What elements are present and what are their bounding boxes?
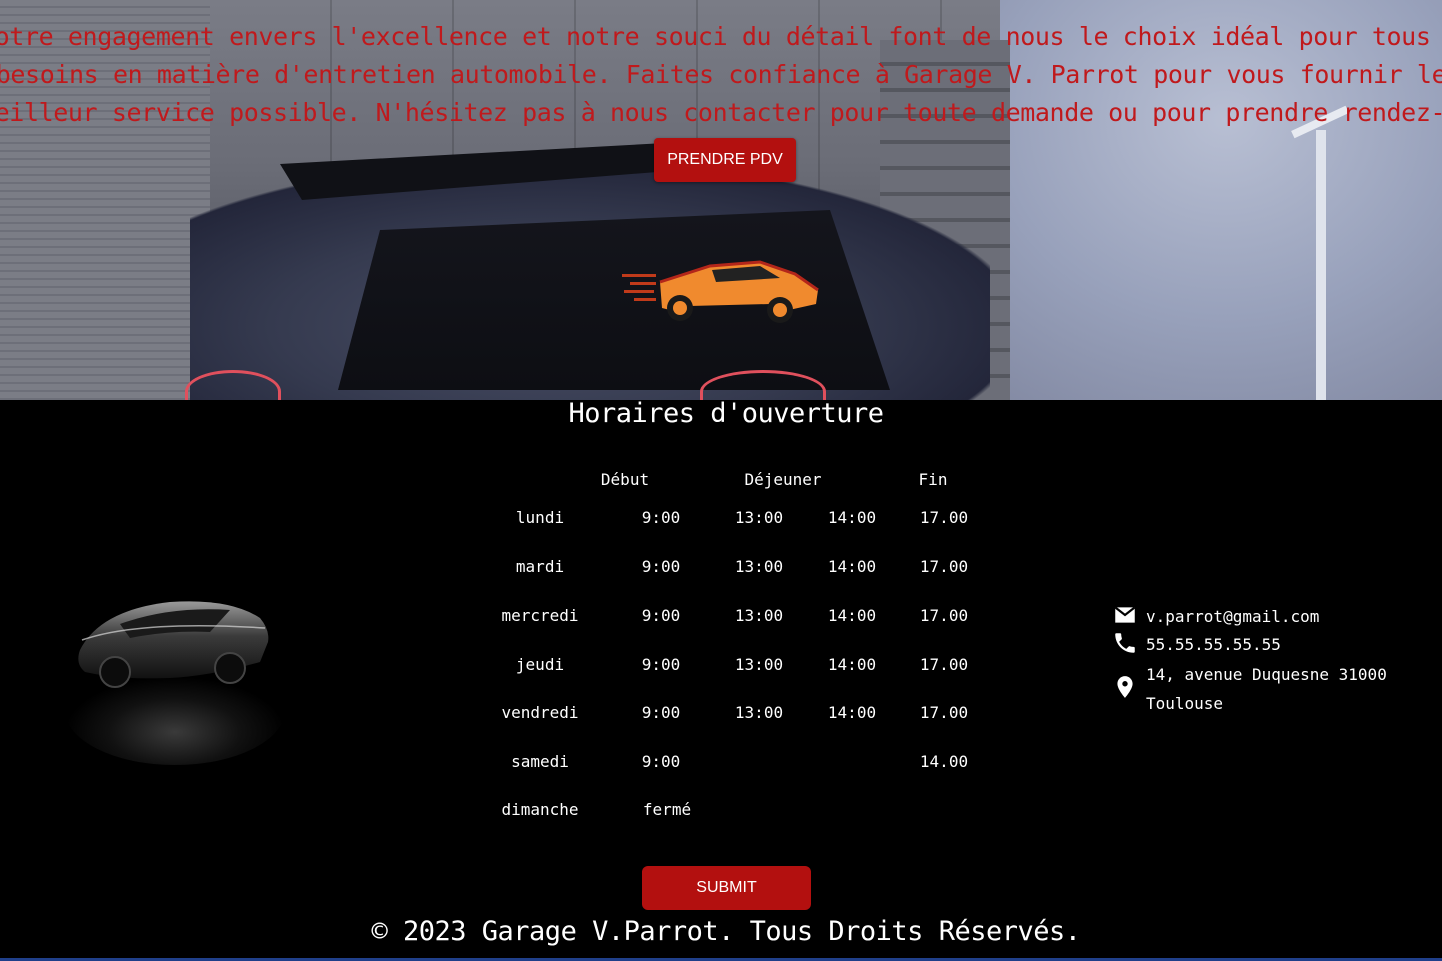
lunch-start-time: 13:00 <box>734 655 784 674</box>
contact-address-row: 14, avenue Duquesne 31000 Toulouse <box>1112 660 1387 718</box>
email-icon <box>1114 606 1136 623</box>
end-time: 17.00 <box>919 606 969 625</box>
start-time: 9:00 <box>641 703 681 722</box>
day-label: jeudi <box>515 655 565 674</box>
prendre-rdv-button[interactable]: PRENDRE PDV <box>654 138 796 182</box>
hero-banner: Notre engagement envers l'excellence et … <box>0 0 1442 400</box>
location-pin-icon <box>1117 676 1133 698</box>
end-time: 17.00 <box>919 508 969 527</box>
contact-email[interactable]: v.parrot@gmail.com <box>1146 602 1319 631</box>
phone-icon <box>1115 633 1135 653</box>
opening-hours-title: Horaires d'ouverture <box>568 398 884 429</box>
lunch-end-time: 14:00 <box>827 557 877 576</box>
lunch-end-time: 14:00 <box>827 655 877 674</box>
header-end: Fin <box>918 470 948 489</box>
lunch-start-time: 13:00 <box>734 703 784 722</box>
start-time: 9:00 <box>641 508 681 527</box>
day-label: dimanche <box>501 800 579 819</box>
start-time: 9:00 <box>641 752 681 771</box>
lunch-end-time: 14:00 <box>827 703 877 722</box>
hero-text: Notre engagement envers l'excellence et … <box>0 18 1442 132</box>
day-label: vendredi <box>501 703 579 722</box>
start-time: 9:00 <box>641 606 681 625</box>
start-time: 9:00 <box>641 655 681 674</box>
lunch-start-time: 13:00 <box>734 557 784 576</box>
end-time: 17.00 <box>919 557 969 576</box>
dark-car-image <box>65 601 285 765</box>
day-label: mardi <box>515 557 565 576</box>
start-time: fermé <box>642 800 692 819</box>
contact-address: 14, avenue Duquesne 31000 Toulouse <box>1146 660 1387 718</box>
day-label: mercredi <box>501 606 579 625</box>
lunch-end-time: 14:00 <box>827 508 877 527</box>
contact-phone-row: 55.55.55.55.55 <box>1112 630 1281 659</box>
hero-text-line-1: Notre engagement envers l'excellence et … <box>0 22 1442 51</box>
end-time: 17.00 <box>919 655 969 674</box>
header-lunch: Déjeuner <box>744 470 822 489</box>
header-start: Début <box>600 470 650 489</box>
hero-text-line-2: besoins en matière d'entretien automobil… <box>0 60 1442 89</box>
day-label: lundi <box>515 508 565 527</box>
contact-email-row: v.parrot@gmail.com <box>1112 602 1319 631</box>
garage-car-logo-icon <box>622 260 819 323</box>
end-time: 17.00 <box>919 703 969 722</box>
lunch-start-time: 13:00 <box>734 606 784 625</box>
contact-address-line-1: 14, avenue Duquesne 31000 <box>1146 665 1387 684</box>
day-label: samedi <box>511 752 569 771</box>
hero-wind-turbine <box>1316 130 1326 400</box>
lunch-end-time: 14:00 <box>827 606 877 625</box>
footer-copyright: © 2023 Garage V.Parrot. Tous Droits Rése… <box>371 916 1082 947</box>
submit-button[interactable]: SUBMIT <box>642 866 811 910</box>
end-time: 14.00 <box>919 752 969 771</box>
contact-phone[interactable]: 55.55.55.55.55 <box>1146 630 1281 659</box>
start-time: 9:00 <box>641 557 681 576</box>
hero-text-line-3: meilleur service possible. N'hésitez pas… <box>0 98 1442 127</box>
contact-address-line-2: Toulouse <box>1146 694 1224 713</box>
lunch-start-time: 13:00 <box>734 508 784 527</box>
